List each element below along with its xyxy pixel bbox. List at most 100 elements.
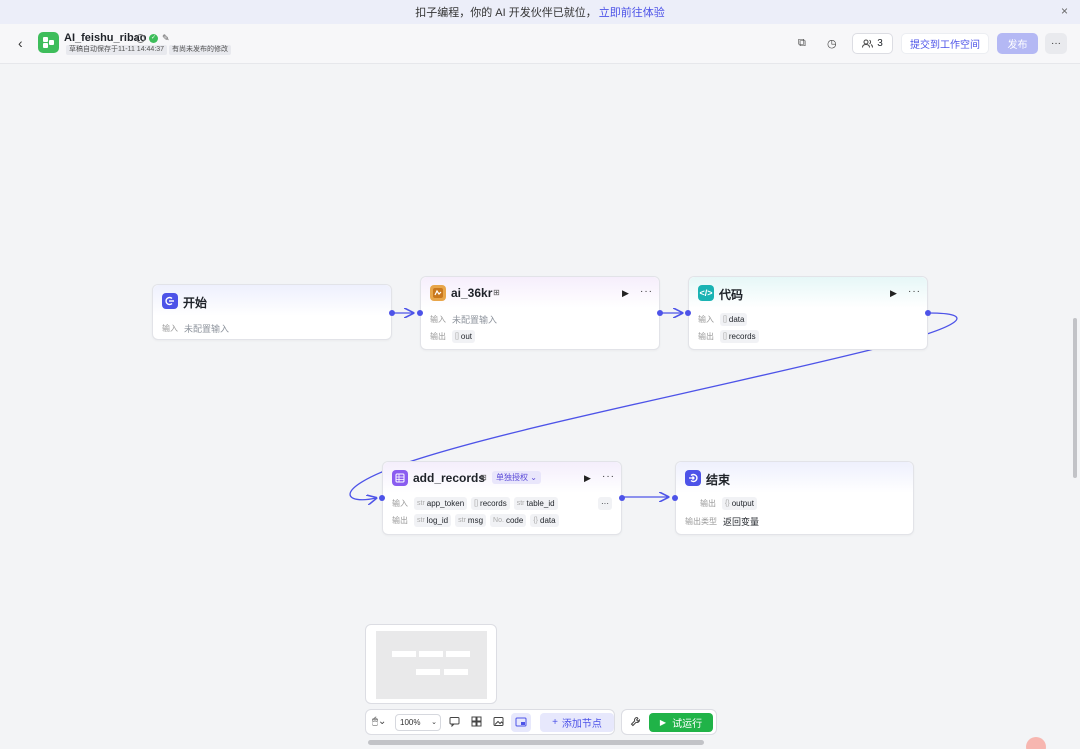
output-port[interactable] (389, 310, 395, 316)
chip-name: code (505, 516, 524, 525)
history-icon[interactable]: ◷ (827, 37, 837, 50)
wrench-icon[interactable] (630, 716, 641, 730)
node-more-icon[interactable]: ··· (640, 286, 653, 297)
type-tag: str (516, 500, 525, 507)
input-port[interactable] (685, 310, 691, 316)
node-title: add_records (413, 471, 486, 485)
node-title: ai_36kr (451, 286, 493, 300)
horizontal-scrollbar[interactable] (368, 740, 704, 745)
code-icon: </> (698, 285, 714, 301)
add-node-label: 添加节点 (561, 719, 602, 730)
copy-icon[interactable]: ⧉ (798, 37, 806, 50)
node-header: </> 代码 ▶ ··· (689, 277, 927, 308)
output-chip: {} output (722, 497, 757, 510)
node-more-icon[interactable]: ··· (908, 286, 921, 297)
run-icon[interactable]: ▶ (622, 288, 629, 299)
image-icon[interactable] (493, 716, 504, 730)
output-chip: str log_id (414, 514, 452, 527)
node-end[interactable]: 结束 输出 {} output 输出类型 返回变量 (672, 461, 914, 535)
back-icon[interactable]: ‹ (18, 35, 23, 51)
input-chip: [] data (720, 313, 748, 326)
run-icon[interactable]: ▶ (584, 473, 591, 484)
node-title: 代码 (719, 288, 744, 302)
mouse-mode-button[interactable]: 🖱⌄ (372, 716, 386, 727)
play-icon: ▶ (659, 718, 667, 727)
edit-icon[interactable]: ✎ (162, 33, 170, 44)
unpublished-tag: 有尚未发布的修改 (169, 45, 231, 55)
auth-tag-label: 单独授权 (496, 473, 528, 482)
node-code[interactable]: </> 代码 ▶ ··· 输入 [] data 输出 [] records (685, 276, 931, 350)
submit-to-workspace-button[interactable]: 提交到工作空间 (901, 33, 989, 54)
banner-text: 扣子编程，你的 AI 开发伙伴已就位， (415, 7, 597, 19)
inputs-more-chip[interactable]: ··· (598, 497, 612, 510)
info-icon[interactable]: i (136, 34, 145, 43)
collaborators-button[interactable]: 3 (852, 33, 893, 54)
table-icon (392, 470, 408, 486)
minimap[interactable] (365, 624, 497, 704)
node-header: ai_36kr ⊞ ▶ ··· (421, 277, 659, 308)
banner-link[interactable]: 立即前往体验 (599, 4, 665, 20)
node-header: add_records ⊞ 单独授权 ⌄ ▶ ··· (383, 462, 621, 493)
plugin-badge-icon: ⊞ (480, 473, 487, 482)
zoom-select[interactable]: 100% ⌄ (395, 714, 441, 731)
chip-name: records (480, 499, 507, 508)
plugin-icon (430, 285, 446, 301)
trial-run-button[interactable]: ▶ 试运行 (649, 713, 713, 732)
auth-tag[interactable]: 单独授权 ⌄ (492, 471, 541, 484)
layout-icon[interactable] (471, 716, 482, 730)
output-port[interactable] (657, 310, 663, 316)
output-row: 输出 {} output (700, 497, 757, 510)
chip-name: table_id (526, 499, 555, 508)
input-chip: str app_token (414, 497, 468, 510)
plus-icon: + (552, 717, 558, 728)
node-header: 开始 (153, 285, 391, 316)
type-tag: {} (725, 500, 730, 507)
start-icon (162, 293, 178, 309)
input-label: 输入 (162, 324, 178, 333)
output-chip: [] records (720, 330, 759, 343)
draft-saved-tag: 草稿自动保存于11-11 14:44:37 (66, 45, 168, 55)
run-icon[interactable]: ▶ (890, 288, 897, 299)
output-port[interactable] (925, 310, 931, 316)
zoom-value: 100% (400, 718, 421, 727)
output-row: 输出 [] records (698, 330, 759, 343)
output-type-label: 输出类型 (685, 517, 717, 526)
canvas-toolbar: 🖱⌄ 100% ⌄ + 添加节点 (365, 709, 615, 735)
output-port[interactable] (619, 495, 625, 501)
app-name: AI_feishu_ribao (64, 32, 147, 44)
more-button[interactable]: ··· (1045, 33, 1067, 54)
chip-name: data (540, 516, 556, 525)
app-icon (38, 32, 59, 53)
input-value: 未配置输入 (452, 315, 498, 325)
node-title: 结束 (706, 473, 731, 487)
node-more-icon[interactable]: ··· (602, 471, 615, 482)
type-tag: [] (455, 333, 459, 340)
publish-button[interactable]: 发布 (997, 33, 1038, 54)
input-label: 输入 (430, 315, 446, 324)
vertical-scrollbar[interactable] (1073, 318, 1077, 478)
output-label: 输出 (392, 516, 408, 525)
end-icon (685, 470, 701, 486)
add-node-button[interactable]: + 添加节点 (540, 713, 614, 732)
type-tag: {} (533, 517, 538, 524)
trial-run-label: 试运行 (672, 719, 703, 730)
workflow-canvas[interactable] (0, 65, 1080, 749)
output-chip: {} data (530, 514, 559, 527)
node-ai36kr[interactable]: ai_36kr ⊞ ▶ ··· 输入 未配置输入 输出 [] out (417, 276, 663, 350)
top-banner: 扣子编程，你的 AI 开发伙伴已就位， 立即前往体验 × (0, 0, 1080, 24)
chip-name: log_id (426, 516, 449, 525)
chip-name: records (728, 332, 756, 341)
node-start[interactable]: 开始 输入 未配置输入 (152, 284, 395, 340)
input-port[interactable] (379, 495, 385, 501)
minimap-toggle-button[interactable] (511, 713, 531, 732)
output-label: 输出 (698, 332, 714, 341)
users-icon (862, 39, 874, 48)
input-value: 未配置输入 (184, 324, 230, 334)
close-icon[interactable]: × (1061, 4, 1068, 18)
collaborator-count: 3 (877, 38, 883, 49)
comment-icon[interactable] (449, 716, 460, 730)
input-port[interactable] (672, 495, 678, 501)
node-add-records[interactable]: add_records ⊞ 单独授权 ⌄ ▶ ··· 输入 str app_tok… (379, 461, 625, 535)
type-tag: str (458, 517, 466, 524)
input-port[interactable] (417, 310, 423, 316)
